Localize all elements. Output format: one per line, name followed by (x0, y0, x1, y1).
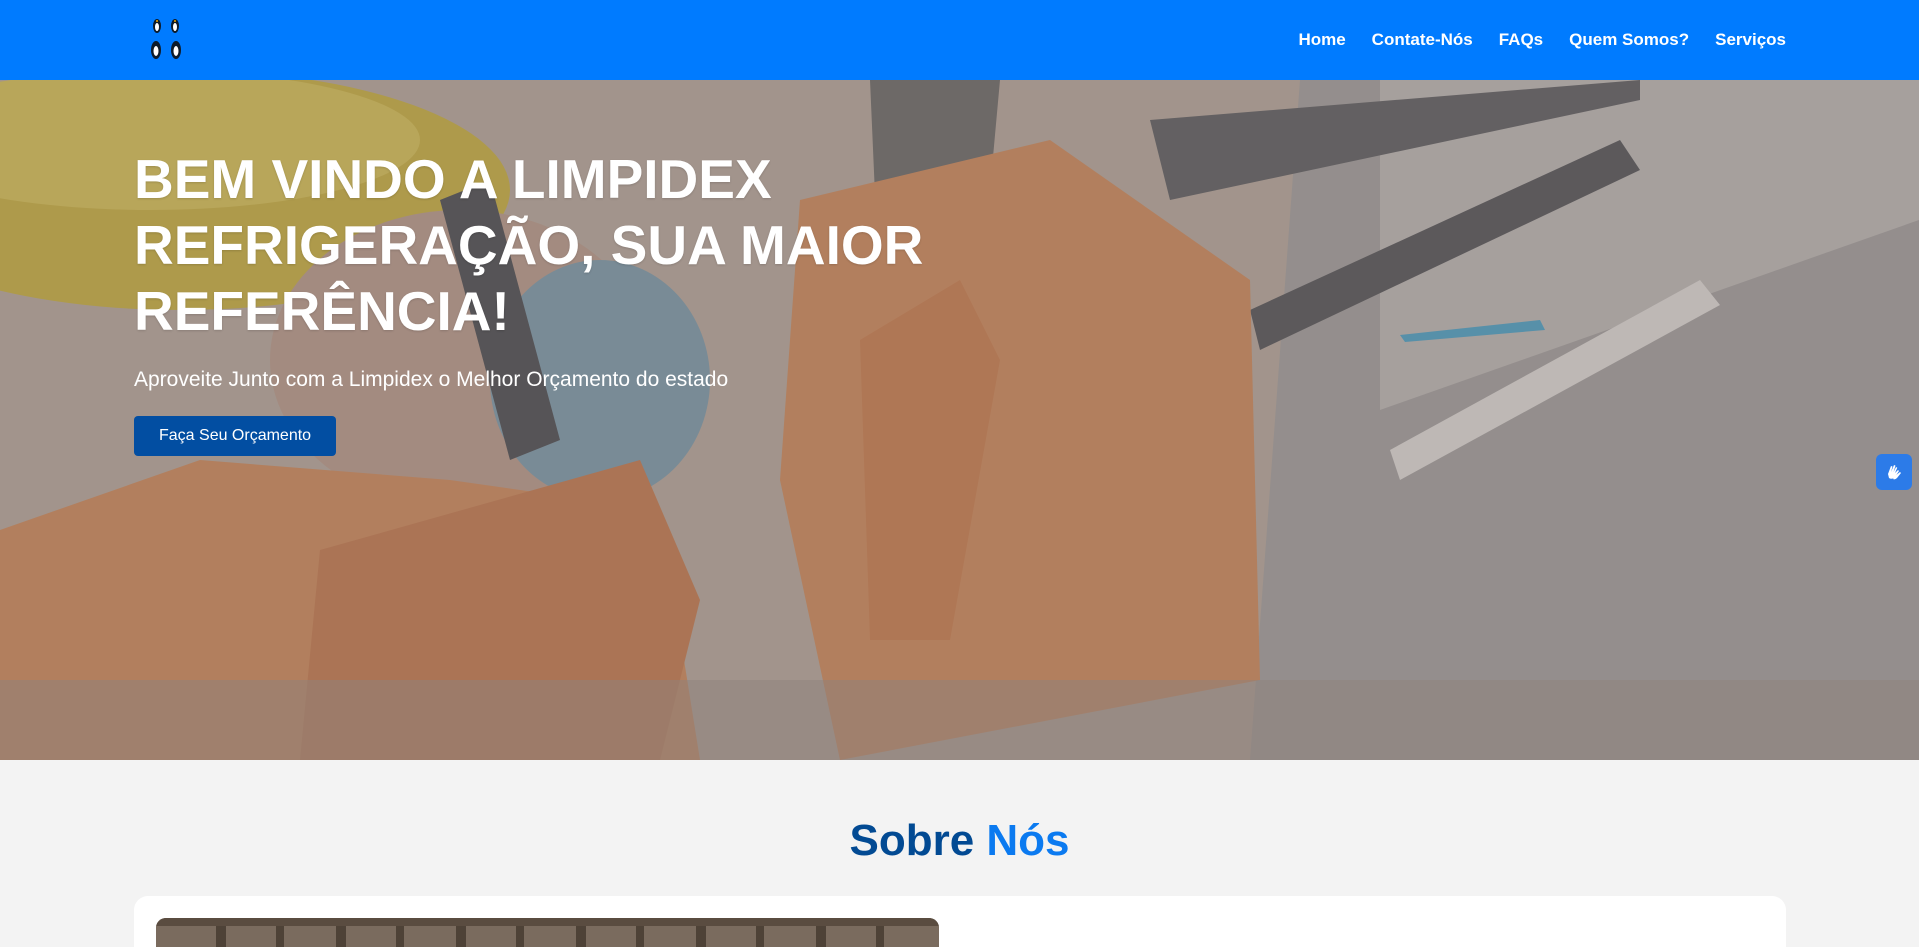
about-title: Sobre Nós (0, 816, 1919, 866)
about-card (134, 896, 1786, 947)
hero-title: BEM VINDO A LIMPIDEX REFRIGERAÇÃO, SUA M… (134, 148, 924, 342)
main-nav: Home Contate-Nós FAQs Quem Somos? Serviç… (1298, 0, 1786, 80)
penguins-logo-icon[interactable] (148, 16, 186, 62)
sign-language-hands-icon[interactable] (1876, 454, 1912, 490)
nav-faqs[interactable]: FAQs (1499, 30, 1543, 50)
hero-section: BEM VINDO A LIMPIDEX REFRIGERAÇÃO, SUA M… (0, 80, 1919, 760)
about-image (156, 918, 939, 947)
hero-subtitle: Aproveite Junto com a Limpidex o Melhor … (134, 368, 729, 391)
get-quote-button[interactable]: Faça Seu Orçamento (134, 416, 337, 456)
hero-content: BEM VINDO A LIMPIDEX REFRIGERAÇÃO, SUA M… (134, 146, 994, 456)
about-title-part2: Nós (986, 816, 1070, 865)
about-section: Sobre Nós (0, 760, 1919, 947)
nav-contact[interactable]: Contate-Nós (1372, 30, 1473, 50)
top-navbar: Home Contate-Nós FAQs Quem Somos? Serviç… (0, 0, 1919, 80)
nav-about-us[interactable]: Quem Somos? (1569, 30, 1689, 50)
about-title-part1: Sobre (849, 816, 975, 865)
nav-home[interactable]: Home (1298, 30, 1345, 50)
nav-services[interactable]: Serviços (1715, 30, 1786, 50)
